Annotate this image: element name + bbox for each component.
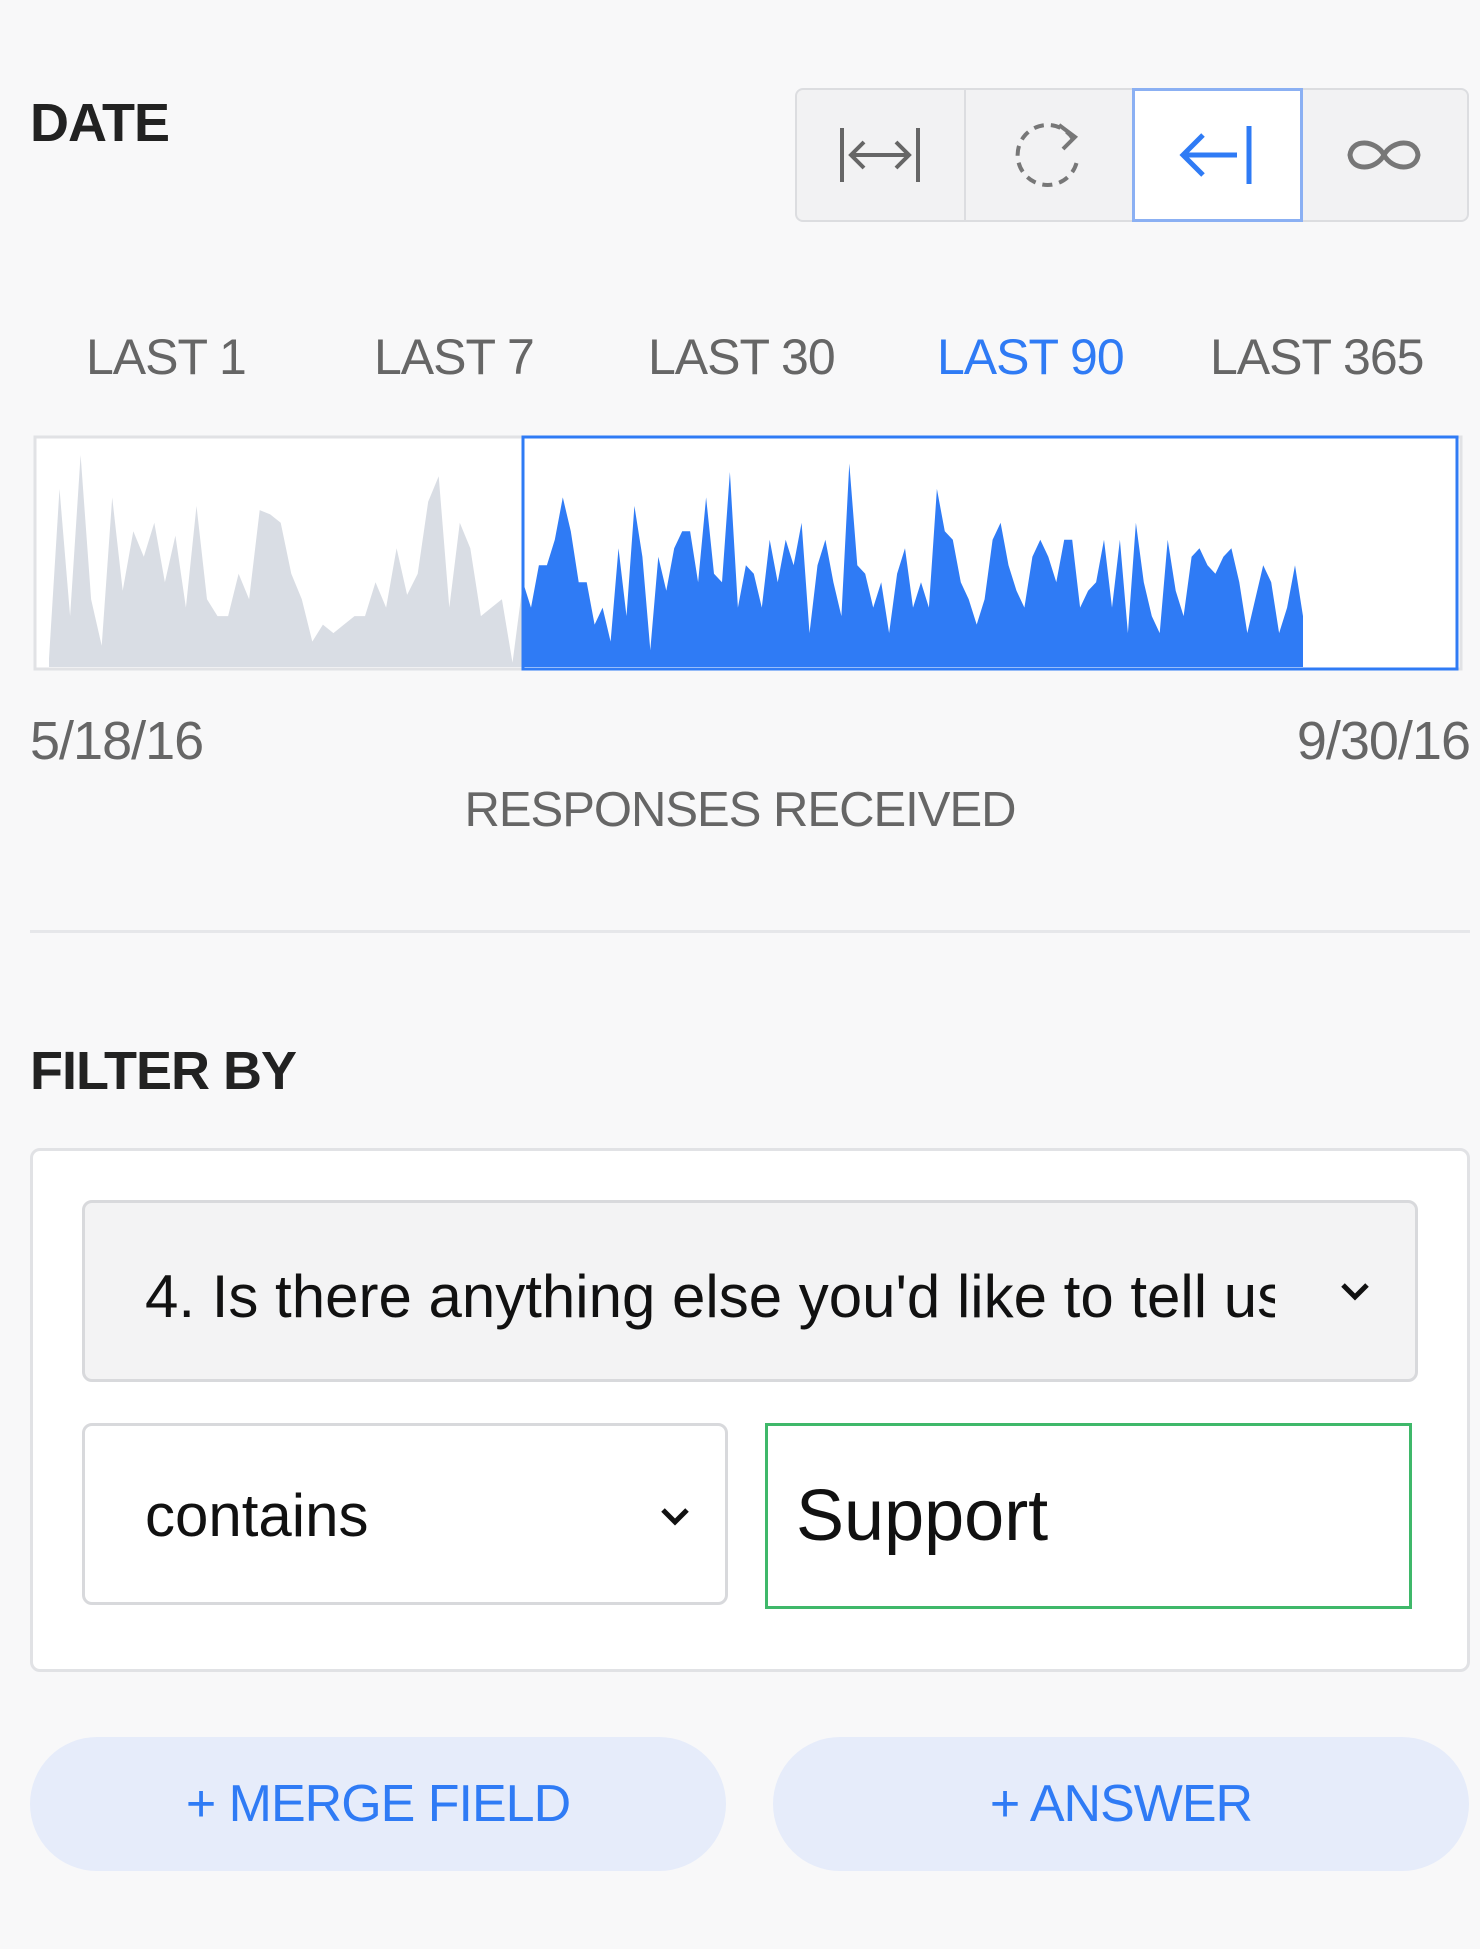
arrow-left-to-line-button[interactable]	[1132, 88, 1303, 222]
date-mode-group	[795, 88, 1469, 222]
add-merge-field-button[interactable]: + MERGE FIELD	[30, 1737, 726, 1871]
chevron-down-icon	[655, 1496, 695, 1541]
filter-value-input[interactable]	[765, 1423, 1412, 1609]
filter-section-title: FILTER BY	[30, 1041, 297, 1101]
range-tab-last-1[interactable]: LAST 1	[86, 328, 247, 386]
chart-end-date: 9/30/16	[1296, 711, 1471, 771]
chart-caption: RESPONSES RECEIVED	[464, 783, 1016, 837]
section-divider	[30, 930, 1470, 933]
refresh-icon	[1011, 117, 1087, 193]
responses-chart[interactable]	[33, 435, 1463, 671]
chart-start-date: 5/18/16	[30, 711, 204, 771]
operator-select[interactable]: contains	[82, 1423, 728, 1605]
infinity-icon	[1344, 132, 1424, 178]
fit-range-icon	[838, 120, 922, 190]
refresh-button[interactable]	[966, 90, 1134, 220]
question-select[interactable]: 4. Is there anything else you'd like to …	[82, 1200, 1418, 1382]
infinity-button[interactable]	[1301, 90, 1468, 220]
fit-range-button[interactable]	[797, 90, 966, 220]
range-tab-last-7[interactable]: LAST 7	[374, 328, 535, 386]
range-tab-last-90[interactable]: LAST 90	[937, 328, 1125, 386]
date-section-title: DATE	[30, 93, 170, 153]
chevron-down-icon	[1335, 1271, 1375, 1316]
question-select-value: 4. Is there anything else you'd like to …	[145, 1263, 1275, 1330]
operator-select-value: contains	[145, 1482, 369, 1549]
arrow-left-to-line-icon	[1175, 120, 1259, 190]
add-answer-button[interactable]: + ANSWER	[773, 1737, 1469, 1871]
responses-area-chart	[33, 435, 1463, 671]
range-tab-last-365[interactable]: LAST 365	[1210, 328, 1424, 386]
range-tab-last-30[interactable]: LAST 30	[648, 328, 836, 386]
